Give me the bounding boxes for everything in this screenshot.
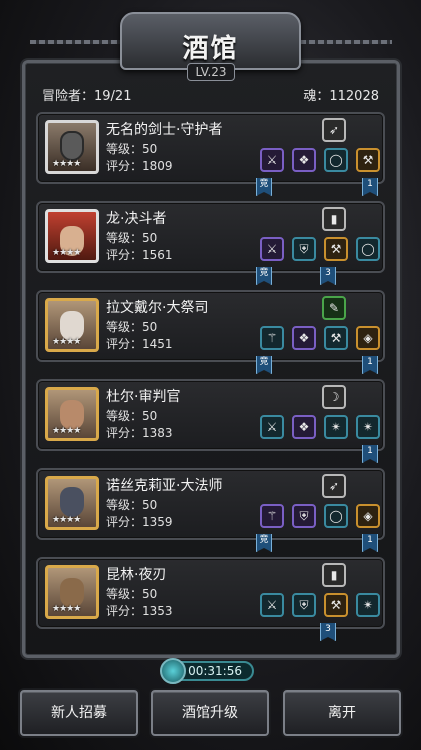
hero-score: 评分：1359 xyxy=(106,515,173,529)
hero-name: 诺丝克莉亚·大法师 xyxy=(106,478,223,494)
hero-card[interactable]: ★★★★ 无名的剑士·守护者 等级：50 评分：1809 ➶ ⚔ ❖ ◯ ⚒ 竞… xyxy=(36,112,385,196)
weapon-slot-icon[interactable]: ⚚ xyxy=(260,504,284,528)
accessory-slot-icon[interactable]: ⚒ xyxy=(356,148,380,172)
hero-portrait: ★★★★ xyxy=(45,298,99,352)
hero-name: 无名的剑士·守护者 xyxy=(106,122,223,138)
accessory-slot-icon[interactable]: ⚒ xyxy=(324,593,348,617)
hero-level: 等级：50 xyxy=(106,231,158,245)
tavern-level-badge: LV.23 xyxy=(187,63,235,81)
hero-score: 评分：1383 xyxy=(106,426,173,440)
hero-card[interactable]: ★★★★ 龙·决斗者 等级：50 评分：1561 ▮ ⚔ ⛨ ⚒ ◯ 竞 3 xyxy=(36,201,385,285)
ring-slot-icon[interactable]: ◯ xyxy=(356,237,380,261)
weapon-slot-icon[interactable]: ⚔ xyxy=(260,593,284,617)
special-skill-icon[interactable]: ▮ xyxy=(322,207,346,231)
hero-name: 龙·决斗者 xyxy=(106,211,167,227)
hero-card[interactable]: ★★★★ 杜尔·审判官 等级：50 评分：1383 ☽ ⚔ ❖ ✴ ✴ 1 xyxy=(36,379,385,463)
helmet-icon xyxy=(60,131,84,161)
hero-stars: ★★★★ xyxy=(52,515,81,525)
accessory-slot-icon[interactable]: ⚒ xyxy=(324,326,348,350)
hero-card[interactable]: ★★★★ 拉文戴尔·大祭司 等级：50 评分：1451 ✎ ⚚ ❖ ⚒ ◈ 竞 … xyxy=(36,290,385,374)
accessory-slot-icon[interactable]: ◈ xyxy=(356,504,380,528)
hero-score: 评分：1451 xyxy=(106,337,173,351)
hero-stars: ★★★★ xyxy=(52,159,81,169)
hero-portrait: ★★★★ xyxy=(45,565,99,619)
timer-value: 00:31:56 xyxy=(188,664,242,678)
hero-score: 评分：1561 xyxy=(106,248,173,262)
armor-slot-icon[interactable]: ❖ xyxy=(292,415,316,439)
chain-decoration-right xyxy=(300,40,392,44)
armor-slot-icon[interactable]: ⛨ xyxy=(292,504,316,528)
hero-stars: ★★★★ xyxy=(52,337,81,347)
hero-stars: ★★★★ xyxy=(52,426,81,436)
title-plate: 酒馆 xyxy=(120,12,301,70)
hero-name: 昆林·夜刃 xyxy=(106,567,167,583)
upgrade-tavern-button[interactable]: 酒馆升级 xyxy=(151,690,269,736)
armor-slot-icon[interactable]: ⛨ xyxy=(292,593,316,617)
special-skill-icon[interactable]: ✎ xyxy=(322,296,346,320)
weapon-slot-icon[interactable]: ⚔ xyxy=(260,237,284,261)
armor-slot-icon[interactable]: ❖ xyxy=(292,148,316,172)
armor-slot-icon[interactable]: ❖ xyxy=(292,326,316,350)
ring-slot-icon[interactable]: ✴ xyxy=(356,593,380,617)
special-skill-icon[interactable]: ➶ xyxy=(322,474,346,498)
refresh-timer: 00:31:56 xyxy=(160,658,254,684)
hero-name: 杜尔·审判官 xyxy=(106,389,181,405)
hero-level: 等级：50 xyxy=(106,142,158,156)
hero-stars: ★★★★ xyxy=(52,248,81,258)
ring-slot-icon[interactable]: ◯ xyxy=(324,148,348,172)
ring-slot-icon[interactable]: ✴ xyxy=(356,415,380,439)
hero-portrait: ★★★★ xyxy=(45,476,99,530)
weapon-slot-icon[interactable]: ⚚ xyxy=(260,326,284,350)
chain-decoration-left xyxy=(30,40,122,44)
soul-count: 魂：112028 xyxy=(303,89,379,104)
hero-level: 等级：50 xyxy=(106,320,158,334)
hero-score: 评分：1353 xyxy=(106,604,173,618)
hero-score: 评分：1809 xyxy=(106,159,173,173)
accessory-slot-icon[interactable]: ⚒ xyxy=(324,237,348,261)
leave-button[interactable]: 离开 xyxy=(283,690,401,736)
hero-portrait: ★★★★ xyxy=(45,387,99,441)
adventurer-count: 冒险者：19/21 xyxy=(42,89,132,104)
ring-slot-icon[interactable]: ◈ xyxy=(356,326,380,350)
special-skill-icon[interactable]: ☽ xyxy=(322,385,346,409)
hero-name: 拉文戴尔·大祭司 xyxy=(106,300,209,316)
hero-level: 等级：50 xyxy=(106,498,158,512)
ring-slot-icon[interactable]: ◯ xyxy=(324,504,348,528)
hero-portrait: ★★★★ xyxy=(45,120,99,174)
face-icon xyxy=(60,487,84,517)
special-skill-icon[interactable]: ▮ xyxy=(322,563,346,587)
hero-card[interactable]: ★★★★ 昆林·夜刃 等级：50 评分：1353 ▮ ⚔ ⛨ ⚒ ✴ 3 xyxy=(36,557,385,641)
weapon-slot-icon[interactable]: ⚔ xyxy=(260,148,284,172)
weapon-slot-icon[interactable]: ⚔ xyxy=(260,415,284,439)
recruit-button[interactable]: 新人招募 xyxy=(20,690,138,736)
hero-level: 等级：50 xyxy=(106,587,158,601)
hero-portrait: ★★★★ xyxy=(45,209,99,263)
special-skill-icon[interactable]: ➶ xyxy=(322,118,346,142)
armor-slot-icon[interactable]: ⛨ xyxy=(292,237,316,261)
hero-card[interactable]: ★★★★ 诺丝克莉亚·大法师 等级：50 评分：1359 ➶ ⚚ ⛨ ◯ ◈ 竞… xyxy=(36,468,385,552)
accessory-slot-icon[interactable]: ✴ xyxy=(324,415,348,439)
stats-bar: 冒险者：19/21 魂：112028 xyxy=(42,85,379,104)
hero-level: 等级：50 xyxy=(106,409,158,423)
page-title: 酒馆 xyxy=(182,34,239,64)
clock-icon xyxy=(160,658,186,684)
hero-stars: ★★★★ xyxy=(52,604,81,614)
